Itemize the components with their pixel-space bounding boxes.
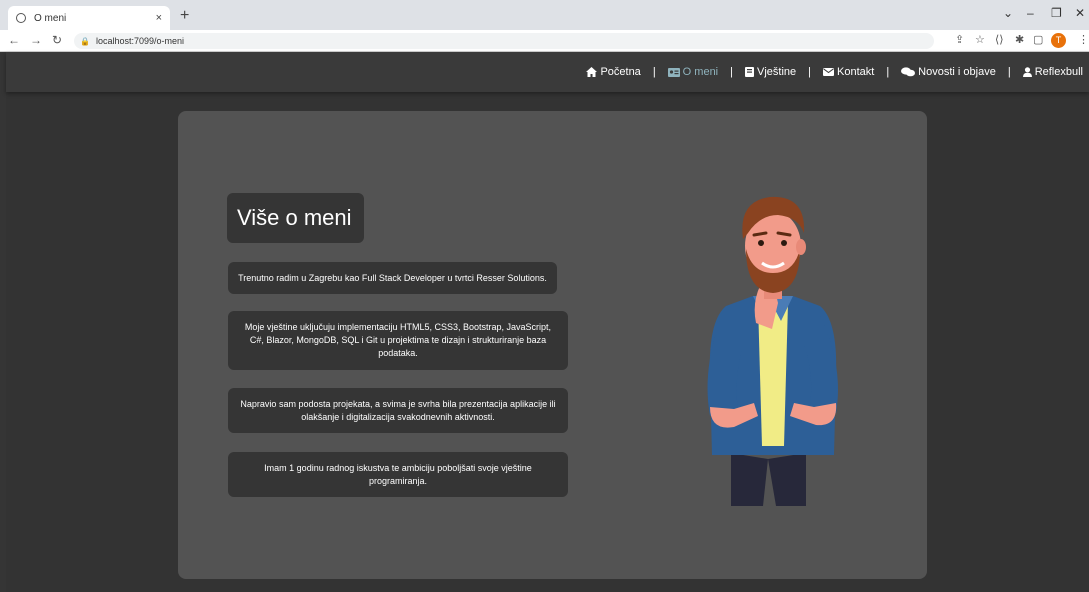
- nav-items: Početna | O meni | Vještine | Kontakt | …: [586, 66, 1083, 78]
- url-text: localhost:7099/o-meni: [95, 36, 185, 46]
- envelope-icon: [823, 68, 834, 76]
- page: Početna | O meni | Vještine | Kontakt | …: [6, 52, 1089, 592]
- share-icon[interactable]: ⇪: [955, 33, 964, 46]
- tab-search-icon[interactable]: ⌄: [1003, 6, 1013, 20]
- tab-title: O meni: [34, 12, 67, 24]
- about-paragraph-text: Moje vještine uključuju implementaciju H…: [244, 322, 552, 358]
- id-card-icon: [667, 67, 680, 77]
- nav-contact[interactable]: Kontakt: [823, 66, 874, 78]
- nav-separator: |: [730, 66, 733, 78]
- minimize-button[interactable]: –: [1027, 6, 1034, 20]
- address-bar-row: ← → ↻ 🔒 localhost:7099/o-meni ⇪ ☆ ⟨⟩ ✱ ▢ …: [0, 30, 1089, 52]
- nav-news[interactable]: Novosti i objave: [901, 66, 996, 78]
- profile-avatar[interactable]: T: [1051, 33, 1066, 48]
- new-tab-button[interactable]: +: [180, 7, 189, 25]
- menu-icon[interactable]: ⋮: [1078, 33, 1089, 46]
- about-paragraph-text: Napravio sam podosta projekata, a svima …: [240, 398, 556, 422]
- puzzle-icon[interactable]: ✱: [1015, 33, 1024, 46]
- nav-separator: |: [1007, 66, 1011, 78]
- about-paragraph: Moje vještine uključuju implementaciju H…: [228, 311, 568, 370]
- nav-skills[interactable]: Vještine: [745, 66, 796, 78]
- bookmark-star-icon[interactable]: ☆: [975, 33, 985, 46]
- about-paragraph: Imam 1 godinu radnog iskustva te ambicij…: [228, 452, 568, 497]
- about-panel: Više o meni Trenutno radim u Zagrebu kao…: [178, 111, 927, 579]
- nav-home[interactable]: Početna: [586, 66, 641, 78]
- book-icon: [745, 67, 754, 77]
- extension-icon[interactable]: ⟨⟩: [995, 33, 1004, 46]
- tab-close-button[interactable]: ×: [156, 12, 162, 24]
- url-input[interactable]: 🔒 localhost:7099/o-meni: [74, 33, 934, 49]
- nav-home-label: Početna: [600, 66, 641, 78]
- nav-news-label: Novosti i objave: [918, 66, 996, 78]
- about-title: Više o meni: [227, 193, 364, 243]
- about-paragraph: Napravio sam podosta projekata, a svima …: [228, 388, 568, 433]
- reload-icon[interactable]: ↻: [52, 33, 62, 47]
- favicon-icon: [16, 13, 26, 23]
- home-icon: [586, 67, 598, 77]
- nav-about-label: O meni: [682, 66, 719, 78]
- about-paragraph-text: Trenutno radim u Zagrebu kao Full Stack …: [238, 272, 547, 283]
- maximize-button[interactable]: ❐: [1051, 6, 1062, 20]
- browser-tab-bar: O meni × + ⌄ – ❐ ✕: [0, 0, 1089, 30]
- thinking-man-illustration: [707, 196, 838, 506]
- nav-about[interactable]: O meni: [667, 66, 719, 78]
- nav-user[interactable]: Reflexbull: [1022, 66, 1083, 78]
- chat-bubbles-icon: [901, 67, 916, 77]
- back-icon[interactable]: ←: [8, 33, 20, 47]
- user-icon: [1022, 67, 1032, 77]
- about-paragraph: Trenutno radim u Zagrebu kao Full Stack …: [228, 262, 557, 294]
- browser-tab[interactable]: O meni ×: [8, 6, 170, 30]
- nav-skills-label: Vještine: [757, 66, 797, 78]
- nav-user-label: Reflexbull: [1034, 66, 1083, 78]
- nav-separator: |: [652, 66, 656, 78]
- lock-icon: 🔒: [80, 37, 90, 46]
- nav-separator: |: [808, 66, 811, 78]
- forward-icon[interactable]: →: [30, 33, 42, 47]
- side-panel-icon[interactable]: ▢: [1033, 33, 1043, 46]
- top-navigation: Početna | O meni | Vještine | Kontakt | …: [6, 52, 1089, 92]
- close-window-button[interactable]: ✕: [1075, 6, 1085, 20]
- about-paragraph-text: Imam 1 godinu radnog iskustva te ambicij…: [264, 462, 532, 486]
- nav-contact-label: Kontakt: [837, 66, 875, 78]
- nav-separator: |: [886, 66, 890, 78]
